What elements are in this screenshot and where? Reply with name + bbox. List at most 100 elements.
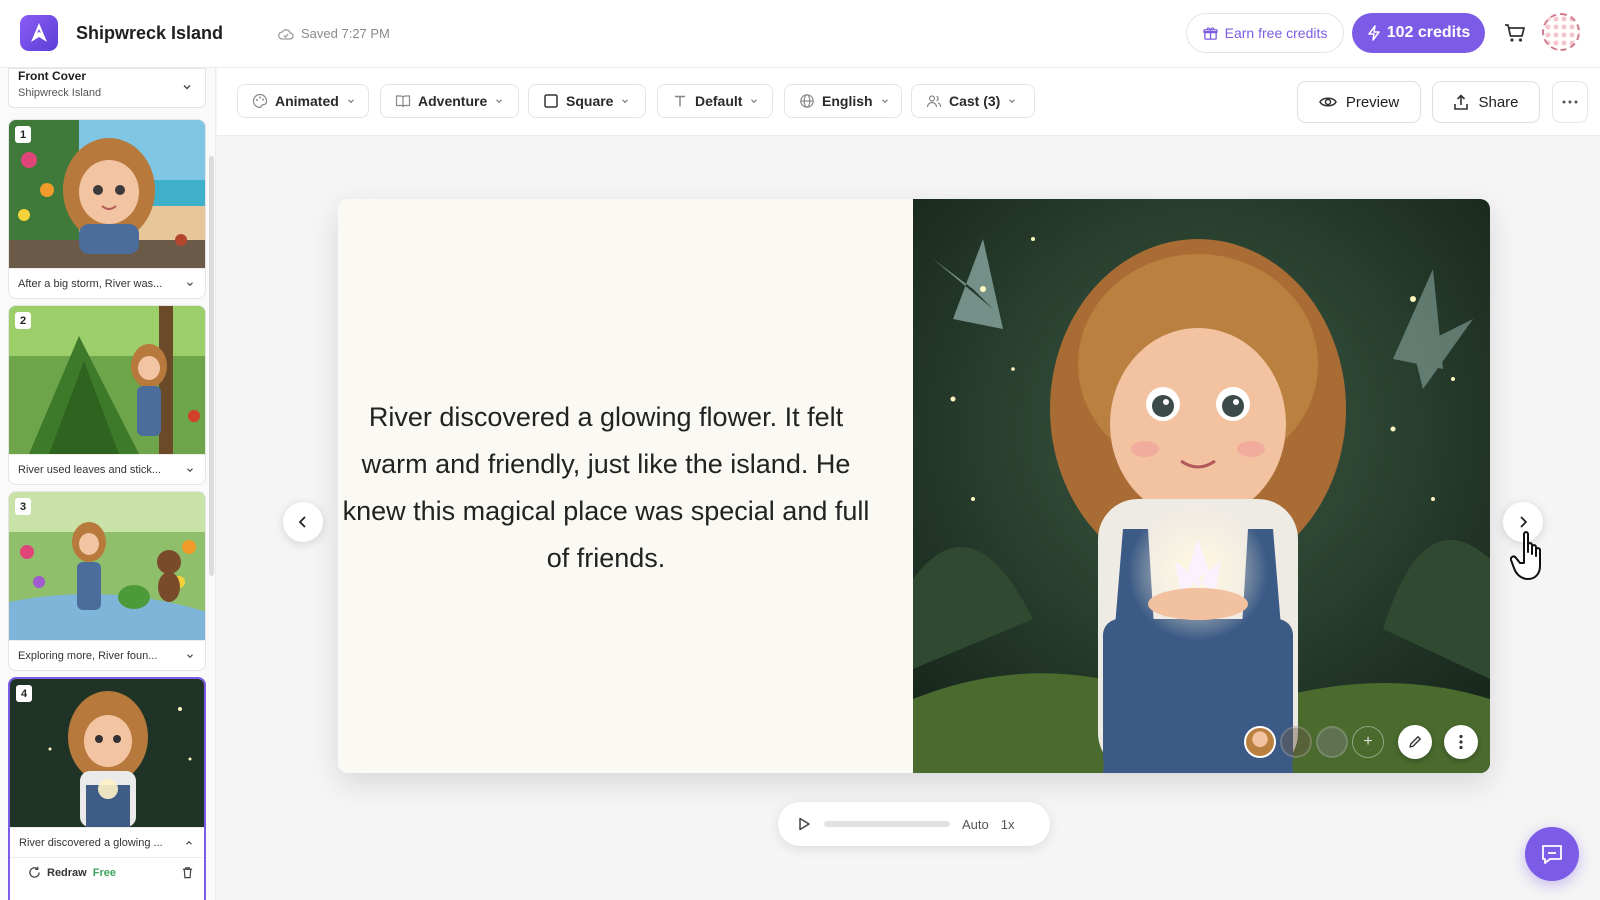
refresh-icon[interactable] <box>28 866 41 879</box>
page-4-image[interactable]: 4 <box>10 679 204 827</box>
front-cover-item[interactable]: Front Cover Shipwreck Island <box>8 68 206 108</box>
cloud-check-icon <box>278 28 294 40</box>
chevron-left-icon <box>298 516 306 528</box>
editor-toolbar: Animated Adventure Square Default Englis… <box>217 68 1600 136</box>
stream-friends-illustration <box>9 492 205 640</box>
add-cast-icon[interactable]: + <box>1352 726 1384 758</box>
style-dropdown[interactable]: Animated <box>237 84 369 118</box>
chevron-down-icon[interactable] <box>181 81 193 93</box>
page-2-image[interactable]: 2 <box>9 306 205 454</box>
chevron-down-icon[interactable] <box>185 279 195 289</box>
user-avatar[interactable] <box>1542 13 1580 51</box>
page-thumbnail-1[interactable]: 1 After a big storm, River was... <box>8 119 206 299</box>
app-header: Shipwreck Island Saved 7:27 PM Earn free… <box>0 0 1600 68</box>
illustration-page[interactable]: + <box>913 199 1490 773</box>
earn-credits-button[interactable]: Earn free credits <box>1186 13 1344 53</box>
cover-title: Front Cover <box>18 69 87 83</box>
cast-avatar-2[interactable] <box>1280 726 1312 758</box>
redraw-button[interactable]: Redraw <box>47 867 87 879</box>
page-thumbnail-3[interactable]: 3 Exploring more, River foun... <box>8 491 206 671</box>
preview-button[interactable]: Preview <box>1297 81 1421 123</box>
genre-dropdown[interactable]: Adventure <box>380 84 519 118</box>
eye-icon <box>1318 97 1337 107</box>
story-line-3: knew this magical place was special and … <box>342 496 870 526</box>
play-icon[interactable] <box>796 816 812 832</box>
page-thumbnail-2[interactable]: 2 River used leaves and stick... <box>8 305 206 485</box>
font-dropdown[interactable]: Default <box>657 84 773 118</box>
cast-avatar-3[interactable] <box>1316 726 1348 758</box>
book-title[interactable]: Shipwreck Island <box>76 23 223 44</box>
globe-icon <box>800 94 814 108</box>
credits-button[interactable]: 102 credits <box>1352 13 1485 53</box>
glowing-flower-illustration <box>10 679 204 827</box>
page-caption[interactable]: River used leaves and stick... <box>9 454 205 484</box>
cast-label: Cast (3) <box>949 93 1001 109</box>
chevron-down-icon <box>1009 99 1016 104</box>
chevron-right-icon <box>1520 516 1528 528</box>
chevron-down-icon[interactable] <box>185 465 195 475</box>
language-label: English <box>822 93 873 109</box>
share-label: Share <box>1478 93 1519 111</box>
playback-mode[interactable]: Auto <box>962 817 989 832</box>
sidebar-scrollbar[interactable] <box>209 156 214 576</box>
cast-dropdown[interactable]: Cast (3) <box>911 84 1035 118</box>
font-label: Default <box>695 93 743 109</box>
chat-support-button[interactable] <box>1525 827 1579 881</box>
page-thumbnail-4[interactable]: 4 River discovered a glowing ... Redraw … <box>8 677 206 900</box>
language-dropdown[interactable]: English <box>784 84 902 118</box>
girl-with-glowing-flower-illustration <box>913 199 1490 773</box>
save-status: Saved 7:27 PM <box>278 26 390 41</box>
format-label: Square <box>566 93 614 109</box>
more-vertical-icon <box>1459 734 1463 750</box>
chevron-down-icon <box>496 99 503 104</box>
text-icon <box>675 95 685 107</box>
app-logo[interactable] <box>20 15 58 51</box>
page-caption[interactable]: Exploring more, River foun... <box>9 640 205 670</box>
text-page[interactable]: River discovered a glowing flower. It fe… <box>338 199 913 773</box>
saved-label: Saved 7:27 PM <box>301 26 390 41</box>
image-menu-button[interactable] <box>1444 725 1478 759</box>
free-badge: Free <box>92 866 116 879</box>
page-3-image[interactable]: 3 <box>9 492 205 640</box>
more-options-button[interactable] <box>1552 81 1588 123</box>
trash-icon[interactable] <box>181 866 194 879</box>
chevron-down-icon <box>622 99 629 104</box>
playback-progress-bar[interactable] <box>824 821 950 827</box>
hand-pointer-cursor-icon <box>1510 531 1541 580</box>
book-spread: River discovered a glowing flower. It fe… <box>338 199 1490 773</box>
gift-icon <box>1202 26 1218 40</box>
page-1-image[interactable]: 1 <box>9 120 205 268</box>
page-sidebar: Front Cover Shipwreck Island 1 After a b… <box>0 68 216 900</box>
chevron-down-icon <box>347 99 354 104</box>
cast-avatar-river[interactable] <box>1244 726 1276 758</box>
credits-label: 102 credits <box>1386 24 1471 41</box>
share-button[interactable]: Share <box>1432 81 1540 123</box>
pencil-icon <box>1409 736 1421 748</box>
caption-text: Exploring more, River foun... <box>18 649 158 662</box>
audio-player: Auto 1x <box>778 802 1050 846</box>
caption-text: River used leaves and stick... <box>18 463 162 476</box>
page-number-badge: 4 <box>16 685 32 702</box>
chat-bubble-icon <box>1542 845 1562 864</box>
image-controls: + <box>1244 725 1478 759</box>
format-dropdown[interactable]: Square <box>528 84 646 118</box>
chevron-down-icon <box>751 99 758 104</box>
more-horizontal-icon <box>1562 100 1578 104</box>
cart-icon[interactable] <box>1502 20 1528 46</box>
earn-credits-label: Earn free credits <box>1224 25 1328 41</box>
page-caption[interactable]: After a big storm, River was... <box>9 268 205 298</box>
style-label: Animated <box>275 93 339 109</box>
chevron-down-icon[interactable] <box>185 651 195 661</box>
chevron-up-icon[interactable] <box>184 838 194 848</box>
playback-speed[interactable]: 1x <box>1001 817 1015 832</box>
square-icon <box>544 94 558 108</box>
story-text[interactable]: River discovered a glowing flower. It fe… <box>338 394 886 582</box>
edit-image-button[interactable] <box>1398 725 1432 759</box>
preview-label: Preview <box>1345 93 1400 111</box>
page-caption[interactable]: River discovered a glowing ... <box>10 827 204 857</box>
jungle-shelter-illustration <box>9 306 205 454</box>
star-logo-icon <box>31 23 47 42</box>
lightning-icon <box>1367 25 1380 41</box>
previous-page-button[interactable] <box>283 502 323 542</box>
page-number-badge: 1 <box>15 126 31 143</box>
